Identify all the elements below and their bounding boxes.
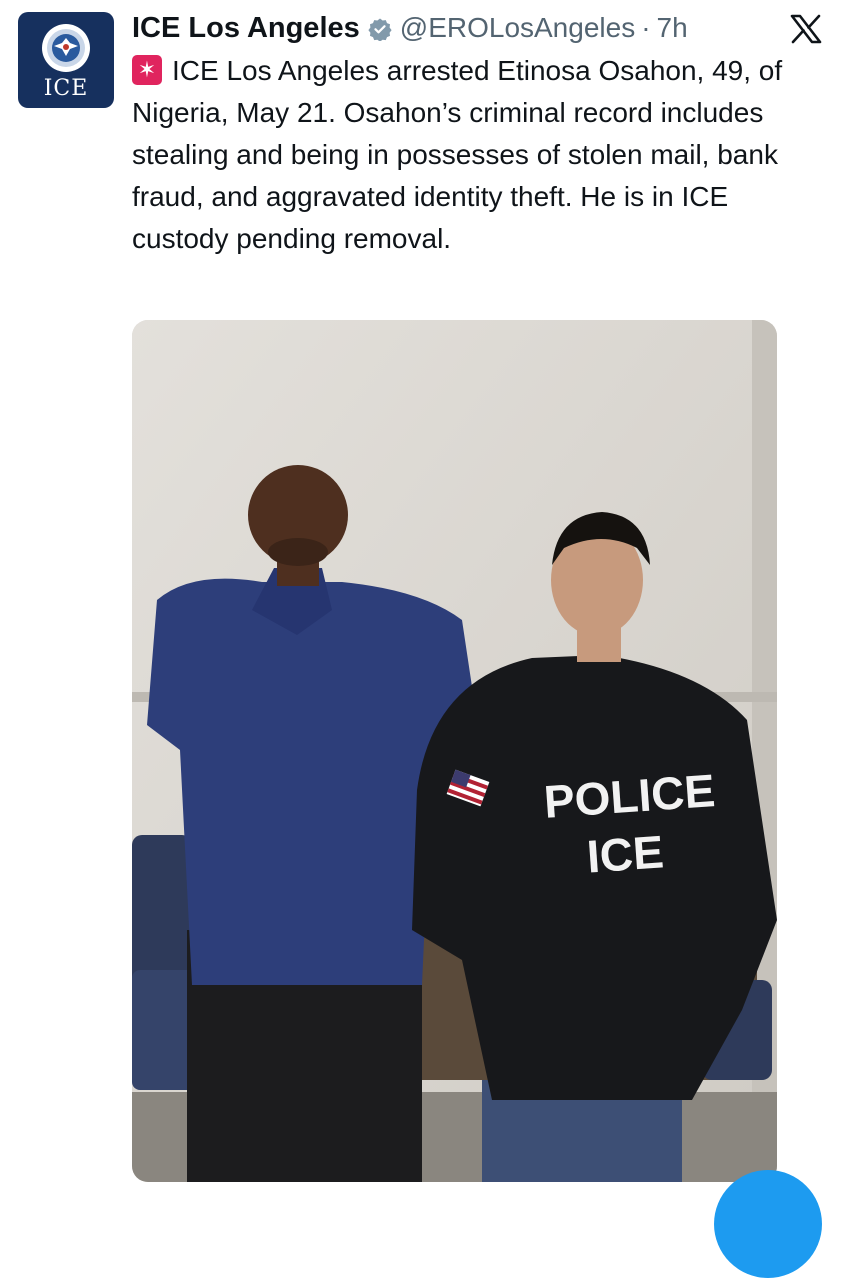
photo-scene: POLICE ICE	[132, 320, 777, 1182]
compose-button[interactable]	[714, 1170, 822, 1278]
account-handle[interactable]: @EROLosAngeles	[400, 12, 635, 44]
avatar[interactable]: ICE	[18, 12, 114, 108]
rotating-light-icon	[132, 55, 162, 85]
separator: ·	[641, 12, 651, 43]
tweet-photo[interactable]: POLICE ICE	[132, 320, 777, 1182]
jacket-text-ice: ICE	[585, 825, 665, 882]
avatar-label: ICE	[43, 76, 89, 101]
verified-badge-icon	[368, 18, 392, 41]
tweet-body: ICE Los Angeles arrested Etinosa Osahon,…	[132, 55, 783, 254]
tweet-text: ICE Los Angeles arrested Etinosa Osahon,…	[132, 50, 832, 260]
x-logo-icon[interactable]	[789, 14, 823, 44]
tweet-header: ICE Los Angeles @EROLosAngeles · 7h	[132, 8, 688, 48]
display-name[interactable]: ICE Los Angeles	[132, 12, 360, 45]
dhs-seal-icon	[42, 24, 90, 72]
timestamp[interactable]: 7h	[657, 12, 688, 44]
